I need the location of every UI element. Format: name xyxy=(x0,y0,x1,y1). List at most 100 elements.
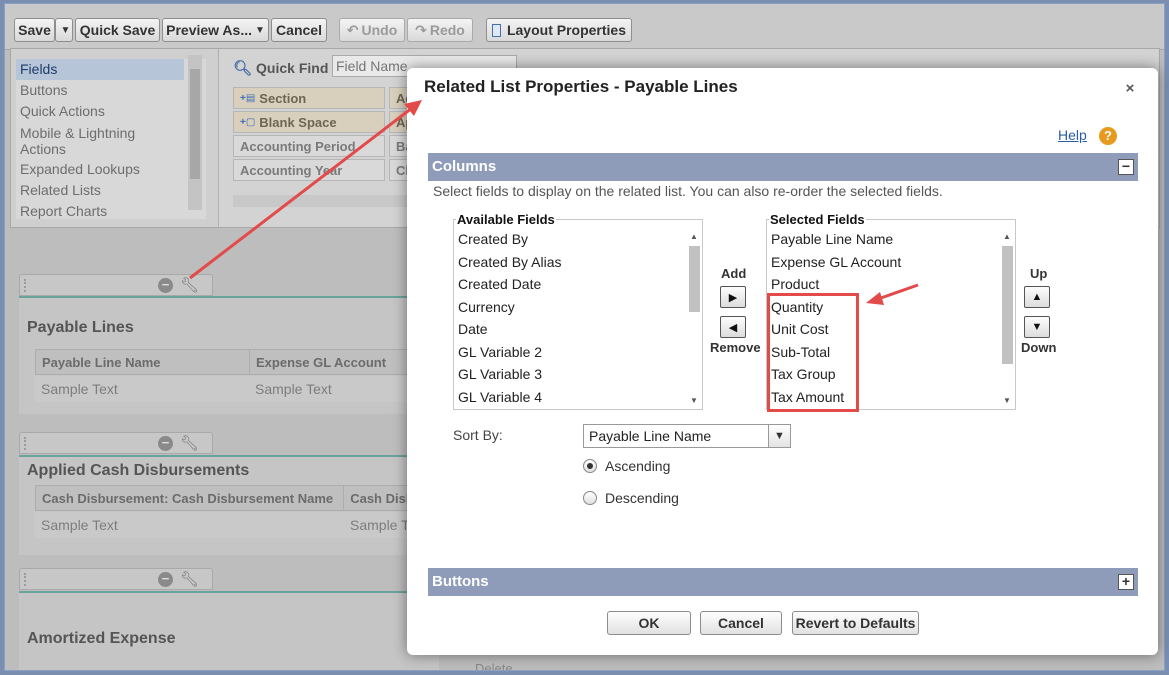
descending-label: Descending xyxy=(605,490,679,506)
scroll-up-icon[interactable]: ▲ xyxy=(690,232,698,241)
arrow-up-icon: ▲ xyxy=(1031,291,1043,303)
table-cell: Sample Text xyxy=(41,517,118,533)
up-label: Up xyxy=(1030,266,1048,281)
palette-nav-buttons[interactable]: Buttons xyxy=(16,80,184,101)
delete-link[interactable]: Delete xyxy=(475,661,513,670)
undo-button[interactable]: ↶ Undo xyxy=(339,18,405,42)
quick-find-text: Quick Find xyxy=(256,60,329,76)
save-button[interactable]: Save xyxy=(14,18,55,42)
scroll-thumb[interactable] xyxy=(190,69,200,179)
columns-description: Select fields to display on the related … xyxy=(433,183,943,199)
down-label: Down xyxy=(1021,340,1057,355)
collapse-icon[interactable]: − xyxy=(1118,159,1134,175)
sort-ascending-radio[interactable]: Ascending xyxy=(583,458,670,474)
help-icon[interactable]: ? xyxy=(1099,127,1117,145)
palette-nav: Fields Buttons Quick Actions Mobile & Li… xyxy=(16,59,206,219)
scroll-up-icon[interactable]: ▲ xyxy=(1003,232,1011,241)
column-header: Payable Line Name xyxy=(36,350,250,374)
palette-chip-accounting-period[interactable]: Accounting Period xyxy=(233,135,385,157)
table-row: Sample Text Sample T xyxy=(35,512,435,538)
list-item[interactable]: GL Variable 4 xyxy=(458,386,683,409)
list-item[interactable]: GL Variable 2 xyxy=(458,341,683,364)
selected-fields-label: Selected Fields xyxy=(769,212,866,227)
chip-label: Section xyxy=(259,90,307,106)
list-item[interactable]: Date xyxy=(458,318,683,341)
remove-icon[interactable]: − xyxy=(158,436,173,451)
save-menu-button[interactable]: ▼ xyxy=(55,18,73,42)
ascending-label: Ascending xyxy=(605,458,671,474)
palette-nav-report-charts[interactable]: Report Charts xyxy=(16,201,184,219)
palette-nav-mobile-actions[interactable]: Mobile & Lightning Actions xyxy=(16,122,184,159)
list-item[interactable]: Payable Line Name xyxy=(771,228,996,251)
list-item[interactable]: GL Variable 3 xyxy=(458,363,683,386)
available-fields-scrollbar[interactable]: ▲ ▼ xyxy=(687,230,702,408)
remove-button[interactable]: ◀ xyxy=(720,316,746,338)
undo-label: Undo xyxy=(361,22,398,38)
chevron-down-icon: ▼ xyxy=(254,24,265,36)
sort-descending-radio[interactable]: Descending xyxy=(583,490,679,506)
list-item[interactable]: Expense GL Account xyxy=(771,251,996,274)
columns-bar-title: Columns xyxy=(432,158,497,175)
section-handle[interactable]: − 🔧︎ xyxy=(19,432,213,454)
move-up-button[interactable]: ▲ xyxy=(1024,286,1050,308)
palette-nav-related-lists[interactable]: Related Lists xyxy=(16,180,184,201)
move-down-button[interactable]: ▼ xyxy=(1024,316,1050,338)
sort-by-label: Sort By: xyxy=(453,427,503,443)
available-fields-list[interactable]: Available Fields Created By Created By A… xyxy=(453,212,703,410)
wrench-icon[interactable]: 🔧︎ xyxy=(180,276,199,294)
palette-chip-accounting-year[interactable]: Accounting Year xyxy=(233,159,385,181)
help-link[interactable]: Help xyxy=(1058,127,1087,143)
close-icon[interactable]: × xyxy=(1123,81,1137,96)
scroll-thumb[interactable] xyxy=(1002,246,1013,364)
remove-label: Remove xyxy=(710,340,761,355)
wrench-icon[interactable]: 🔧︎ xyxy=(180,434,199,452)
palette-horizontal-scrollbar[interactable] xyxy=(233,195,413,207)
ok-button[interactable]: OK xyxy=(607,611,691,635)
list-item[interactable]: Currency xyxy=(458,296,683,319)
palette-nav-expanded-lookups[interactable]: Expanded Lookups xyxy=(16,159,184,180)
add-button[interactable]: ▶ xyxy=(720,286,746,308)
palette-nav-quick-actions[interactable]: Quick Actions xyxy=(16,101,184,122)
buttons-bar-title: Buttons xyxy=(432,573,489,590)
palette-nav-scrollbar[interactable] xyxy=(188,55,202,210)
palette-chip-section[interactable]: +▤ Section xyxy=(233,87,385,109)
remove-icon[interactable]: − xyxy=(158,278,173,293)
quick-save-button[interactable]: Quick Save xyxy=(75,18,160,42)
section-handle[interactable]: − 🔧︎ xyxy=(19,274,213,296)
arrow-left-icon: ◀ xyxy=(728,321,738,334)
layout-properties-icon xyxy=(492,23,501,37)
related-list-applied-cash-disbursements: Applied Cash Disbursements Cash Disburse… xyxy=(19,455,439,555)
remove-icon[interactable]: − xyxy=(158,572,173,587)
wrench-icon[interactable]: 🔧︎ xyxy=(180,570,199,588)
preview-as-button[interactable]: Preview As... ▼ xyxy=(162,18,269,42)
scroll-down-icon[interactable]: ▼ xyxy=(1003,396,1011,405)
layout-properties-button[interactable]: Layout Properties xyxy=(486,18,632,42)
section-handle[interactable]: − 🔧︎ xyxy=(19,568,213,590)
palette-nav-fields[interactable]: Fields xyxy=(16,59,184,80)
list-item[interactable]: Created Date xyxy=(458,273,683,296)
palette-chip-blank-space[interactable]: +▢ Blank Space xyxy=(233,111,385,133)
selected-fields-scrollbar[interactable]: ▲ ▼ xyxy=(1000,230,1015,408)
scroll-down-icon[interactable]: ▼ xyxy=(690,396,698,405)
table-cell: Sample Text xyxy=(255,381,332,397)
cancel-button[interactable]: Cancel xyxy=(271,18,327,42)
redo-button[interactable]: ↷ Redo xyxy=(407,18,473,42)
column-header: Expense GL Account xyxy=(256,355,387,370)
revert-to-defaults-button[interactable]: Revert to Defaults xyxy=(792,611,919,635)
quick-find-label: 🔍︎ Quick Find xyxy=(233,59,328,77)
column-header: Cash Disbursement: Cash Disbursement Nam… xyxy=(36,486,345,510)
annotation-highlight-box xyxy=(767,293,859,412)
section-title: Applied Cash Disbursements xyxy=(27,462,250,479)
related-list-header: Cash Disbursement: Cash Disbursement Nam… xyxy=(35,485,435,511)
search-icon: 🔍︎ xyxy=(233,60,253,77)
list-item[interactable]: Created By Alias xyxy=(458,251,683,274)
arrow-down-icon: ▼ xyxy=(1031,321,1043,333)
list-item[interactable]: Created By xyxy=(458,228,683,251)
sort-by-select[interactable]: Payable Line Name ▼ xyxy=(583,424,791,448)
redo-label: Redo xyxy=(429,22,465,38)
table-cell: Sample Text xyxy=(41,381,118,397)
radio-checked-icon xyxy=(583,459,597,473)
scroll-thumb[interactable] xyxy=(689,246,700,312)
cancel-dialog-button[interactable]: Cancel xyxy=(700,611,782,635)
expand-icon[interactable]: + xyxy=(1118,574,1134,590)
